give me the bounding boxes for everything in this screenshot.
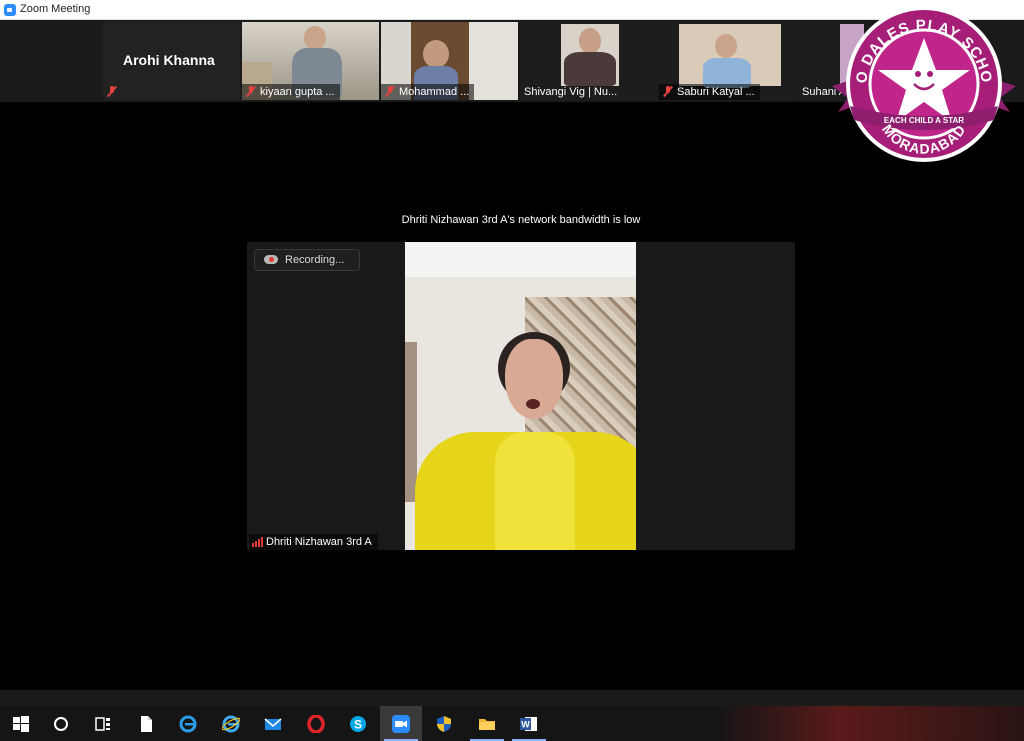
taskbar-mail[interactable] <box>252 706 294 741</box>
taskbar-security[interactable] <box>423 706 465 741</box>
task-view-icon <box>95 716 110 731</box>
active-speaker-video[interactable]: Recording... Dhriti Nizhawan 3rd A <box>247 242 795 550</box>
participant-tile-mohammad[interactable]: Mohammad ... <box>381 22 518 100</box>
participant-name-tag: Mohammad ... <box>381 84 475 100</box>
folder-icon <box>479 718 495 730</box>
security-shield-icon <box>437 715 451 732</box>
taskbar-skype[interactable]: S <box>337 706 379 741</box>
blank-file-icon <box>141 715 152 732</box>
edge-browser-icon <box>179 715 197 732</box>
participant-name-tag: Shivangi Vig | Nu... <box>524 86 618 98</box>
participant-tile-shivangi[interactable]: Shivangi Vig | Nu... <box>520 22 657 100</box>
taskbar-zoom[interactable] <box>380 706 422 741</box>
speaker-camera-feed <box>405 242 636 550</box>
network-notice: Dhriti Nizhawan 3rd A's network bandwidt… <box>401 214 641 226</box>
word-document-icon: W <box>520 716 537 731</box>
taskbar-word[interactable]: W <box>508 706 550 741</box>
zoom-video-icon <box>392 714 410 733</box>
opera-browser-icon <box>307 714 325 733</box>
taskbar-edge[interactable] <box>167 706 209 741</box>
windows-taskbar: S W <box>0 706 1024 741</box>
cortana-search-button[interactable] <box>40 706 82 741</box>
meeting-controls-bar <box>0 690 1024 706</box>
windows-logo-icon <box>13 715 29 732</box>
participant-status <box>103 84 126 100</box>
svg-text:W: W <box>521 719 530 729</box>
taskbar-file-app[interactable] <box>125 706 167 741</box>
taskbar-file-explorer[interactable] <box>466 706 508 741</box>
svg-text:S: S <box>354 717 362 731</box>
task-view-button[interactable] <box>82 706 124 741</box>
participant-tile-kiyaan[interactable]: kiyaan gupta ... <box>242 22 379 100</box>
cloud-recording-icon <box>264 255 278 264</box>
recording-indicator[interactable]: Recording... <box>254 249 360 271</box>
mic-muted-icon <box>663 86 673 97</box>
window-title: Zoom Meeting <box>20 3 91 15</box>
participant-name-tag: kiyaan gupta ... <box>242 84 340 100</box>
logo-ribbon-text: EACH CHILD A STAR <box>884 116 964 125</box>
taskbar-internet-explorer[interactable] <box>210 706 252 741</box>
participant-name-tag: Saburi Katyal ... <box>659 84 760 100</box>
cortana-circle-icon <box>54 716 68 731</box>
internet-explorer-icon <box>222 715 240 732</box>
participant-tile-arohi[interactable]: Arohi Khanna <box>103 22 240 100</box>
windows-start-button[interactable] <box>0 706 42 741</box>
school-logo: NEO DALES PLAY SCHOOL EACH CHILD A STAR … <box>826 2 1016 162</box>
participant-tile-saburi[interactable]: Saburi Katyal ... <box>659 22 796 100</box>
mic-muted-icon <box>107 86 117 97</box>
mic-muted-icon <box>246 86 256 97</box>
participant-name-large: Arohi Khanna <box>123 52 215 68</box>
taskbar-opera[interactable] <box>295 706 337 741</box>
skype-icon: S <box>350 715 366 732</box>
speaker-name-tag: Dhriti Nizhawan 3rd A <box>249 534 378 550</box>
mail-envelope-icon <box>264 717 282 730</box>
network-signal-icon <box>252 537 264 547</box>
recording-label: Recording... <box>285 254 345 266</box>
mic-muted-icon <box>385 86 395 97</box>
zoom-app-icon <box>4 4 16 16</box>
